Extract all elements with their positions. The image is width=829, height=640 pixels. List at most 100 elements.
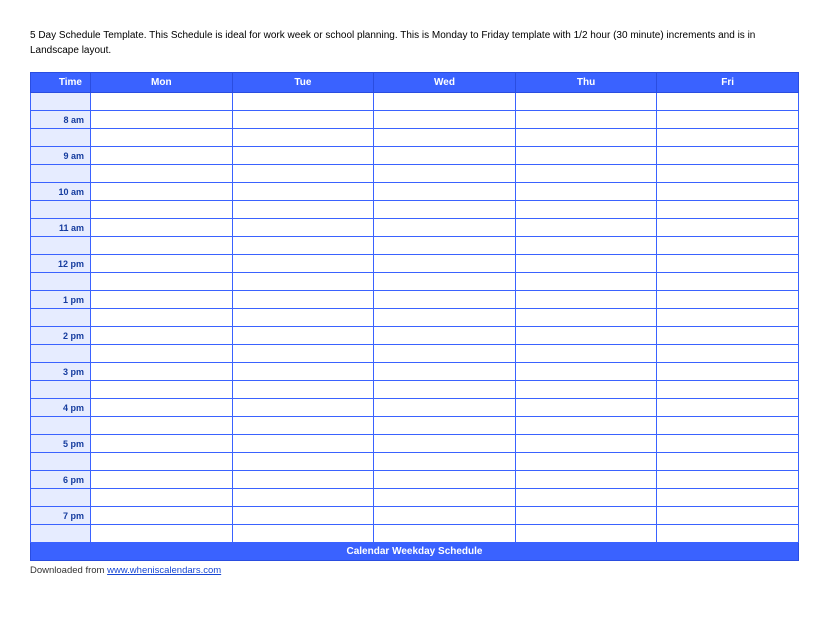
schedule-cell [232, 399, 374, 417]
schedule-cell [91, 183, 233, 201]
schedule-cell [374, 399, 516, 417]
schedule-cell [657, 111, 799, 129]
schedule-cell [91, 381, 233, 399]
schedule-cell [657, 417, 799, 435]
schedule-cell [657, 471, 799, 489]
schedule-cell [374, 435, 516, 453]
header-day-mon: Mon [91, 73, 233, 93]
schedule-cell [515, 435, 657, 453]
table-row [31, 165, 799, 183]
header-time: Time [31, 73, 91, 93]
table-row: 5 pm [31, 435, 799, 453]
time-cell-half [31, 129, 91, 147]
schedule-cell [374, 345, 516, 363]
schedule-cell [657, 165, 799, 183]
schedule-cell [515, 147, 657, 165]
schedule-cell [232, 237, 374, 255]
schedule-cell [657, 255, 799, 273]
schedule-cell [657, 399, 799, 417]
time-label: 7 pm [31, 507, 91, 525]
schedule-cell [515, 381, 657, 399]
time-label: 1 pm [31, 291, 91, 309]
time-label: 11 am [31, 219, 91, 237]
schedule-cell [374, 291, 516, 309]
schedule-cell [515, 93, 657, 111]
schedule-cell [657, 435, 799, 453]
schedule-cell [91, 489, 233, 507]
schedule-cell [515, 111, 657, 129]
table-row [31, 129, 799, 147]
schedule-cell [374, 111, 516, 129]
schedule-cell [657, 345, 799, 363]
schedule-cell [91, 165, 233, 183]
table-row: 2 pm [31, 327, 799, 345]
schedule-cell [657, 291, 799, 309]
table-row: 11 am [31, 219, 799, 237]
schedule-cell [515, 129, 657, 147]
schedule-cell [657, 453, 799, 471]
footer-bar: Calendar Weekday Schedule [31, 543, 799, 561]
time-label: 6 pm [31, 471, 91, 489]
schedule-cell [232, 165, 374, 183]
time-cell-half [31, 417, 91, 435]
schedule-cell [374, 273, 516, 291]
table-row [31, 489, 799, 507]
table-row [31, 417, 799, 435]
time-label: 3 pm [31, 363, 91, 381]
schedule-cell [515, 273, 657, 291]
header-day-thu: Thu [515, 73, 657, 93]
schedule-cell [232, 489, 374, 507]
schedule-cell [515, 327, 657, 345]
time-label: 2 pm [31, 327, 91, 345]
table-row: 7 pm [31, 507, 799, 525]
schedule-cell [91, 327, 233, 345]
schedule-cell [232, 201, 374, 219]
schedule-cell [374, 489, 516, 507]
table-row: 10 am [31, 183, 799, 201]
time-label: 9 am [31, 147, 91, 165]
schedule-cell [91, 435, 233, 453]
schedule-cell [374, 129, 516, 147]
schedule-cell [515, 489, 657, 507]
schedule-cell [232, 471, 374, 489]
table-row [31, 309, 799, 327]
time-cell-half [31, 381, 91, 399]
time-cell-blank [31, 93, 91, 111]
schedule-cell [657, 93, 799, 111]
schedule-cell [91, 219, 233, 237]
schedule-cell [657, 273, 799, 291]
schedule-cell [374, 507, 516, 525]
schedule-cell [374, 255, 516, 273]
time-label: 8 am [31, 111, 91, 129]
schedule-cell [515, 165, 657, 183]
schedule-cell [374, 453, 516, 471]
schedule-cell [657, 489, 799, 507]
schedule-cell [515, 363, 657, 381]
schedule-cell [374, 237, 516, 255]
schedule-cell [515, 399, 657, 417]
schedule-cell [232, 183, 374, 201]
header-day-fri: Fri [657, 73, 799, 93]
schedule-cell [374, 147, 516, 165]
schedule-cell [515, 345, 657, 363]
download-link[interactable]: www.wheniscalendars.com [107, 565, 221, 576]
table-row [31, 381, 799, 399]
schedule-cell [515, 201, 657, 219]
schedule-cell [232, 345, 374, 363]
intro-text: 5 Day Schedule Template. This Schedule i… [30, 28, 799, 58]
schedule-cell [232, 111, 374, 129]
schedule-cell [515, 417, 657, 435]
footer-title: Calendar Weekday Schedule [31, 543, 799, 561]
schedule-cell [232, 453, 374, 471]
schedule-cell [232, 381, 374, 399]
schedule-cell [374, 309, 516, 327]
schedule-cell [91, 147, 233, 165]
time-cell-half [31, 525, 91, 543]
schedule-cell [515, 309, 657, 327]
schedule-cell [91, 129, 233, 147]
schedule-cell [91, 453, 233, 471]
schedule-cell [657, 237, 799, 255]
schedule-cell [91, 507, 233, 525]
schedule-cell [91, 291, 233, 309]
table-row: 12 pm [31, 255, 799, 273]
